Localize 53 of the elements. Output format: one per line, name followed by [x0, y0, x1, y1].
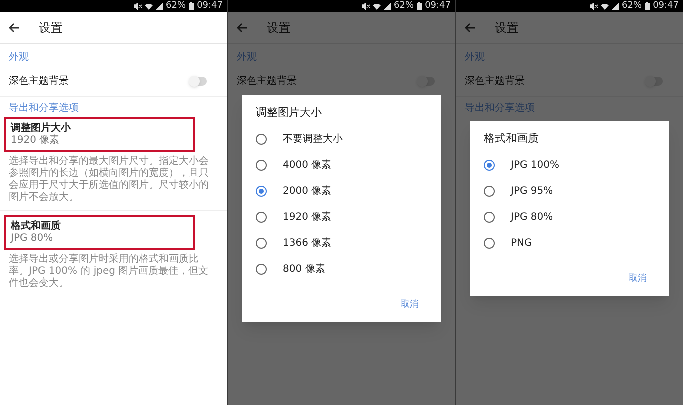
- dialog-title: 格式和画质: [483, 131, 540, 148]
- radio-option[interactable]: JPG 95%: [470, 178, 669, 204]
- radio-option[interactable]: 2000 像素: [242, 178, 441, 204]
- back-arrow-icon[interactable]: [9, 22, 20, 32]
- mute-icon: [362, 2, 370, 10]
- battery-icon: [645, 2, 650, 10]
- radio-option[interactable]: 1366 像素: [242, 230, 441, 256]
- section-header: 外观: [236, 51, 258, 65]
- section-header: 导出和分享选项: [8, 102, 80, 116]
- app-bar-title: 设置: [39, 20, 63, 36]
- setting-value: JPG 80%: [11, 233, 54, 245]
- radio-option[interactable]: JPG 100%: [470, 152, 669, 178]
- radio-option[interactable]: JPG 80%: [470, 204, 669, 230]
- wifi-icon: [373, 2, 382, 10]
- toggle-switch[interactable]: [191, 76, 207, 86]
- setting-title: 调整图片大小: [11, 122, 72, 134]
- wifi-icon: [145, 2, 154, 10]
- clock: 09:47: [425, 2, 451, 10]
- setting-value: 1920 像素: [11, 135, 61, 147]
- radio-option[interactable]: 1920 像素: [242, 204, 441, 230]
- clock: 09:47: [653, 2, 679, 10]
- cancel-button[interactable]: 取消: [625, 270, 651, 290]
- signal-icon: [612, 2, 620, 10]
- signal-icon: [156, 2, 164, 10]
- app-bar-title: 设置: [267, 20, 291, 36]
- cancel-button[interactable]: 取消: [397, 296, 423, 316]
- setting-description: 选择导出和分享的最大图片尺寸。指定大小会参照图片的长边（如横向图片的宽度），且只会应用于尺寸大于所选值的图片。尺寸较小的图片不会放大。: [8, 154, 210, 205]
- setting-item[interactable]: 调整图片大小 1920 像素: [4, 117, 195, 152]
- battery-icon: [189, 2, 194, 10]
- battery-percent: 62%: [166, 2, 186, 10]
- wifi-icon: [601, 2, 610, 10]
- section-header: 外观: [8, 51, 30, 65]
- radio-option[interactable]: 不要调整大小: [242, 126, 441, 152]
- section-header: 外观: [464, 51, 486, 65]
- clock: 09:47: [197, 2, 223, 10]
- section-header: 导出和分享选项: [464, 102, 536, 116]
- mute-icon: [590, 2, 598, 10]
- radio-option[interactable]: 800 像素: [242, 256, 441, 282]
- battery-percent: 62%: [394, 2, 414, 10]
- setting-item[interactable]: 格式和画质 JPG 80%: [4, 215, 195, 250]
- setting-title: 深色主题背景: [465, 74, 525, 88]
- radio-option[interactable]: 4000 像素: [242, 152, 441, 178]
- setting-title: 深色主题背景: [9, 74, 69, 88]
- mute-icon: [134, 2, 142, 10]
- setting-description: 选择导出或分享图片时采用的格式和画质比率。JPG 100% 的 jpeg 图片画质最佳，但文件也会变大。: [8, 252, 210, 291]
- battery-icon: [417, 2, 422, 10]
- dialog-title: 调整图片大小: [255, 105, 323, 122]
- radio-option[interactable]: PNG: [470, 230, 669, 256]
- battery-percent: 62%: [622, 2, 642, 10]
- signal-icon: [384, 2, 392, 10]
- app-bar-title: 设置: [495, 20, 519, 36]
- setting-title: 格式和画质: [11, 220, 62, 233]
- setting-title: 深色主题背景: [237, 74, 297, 88]
